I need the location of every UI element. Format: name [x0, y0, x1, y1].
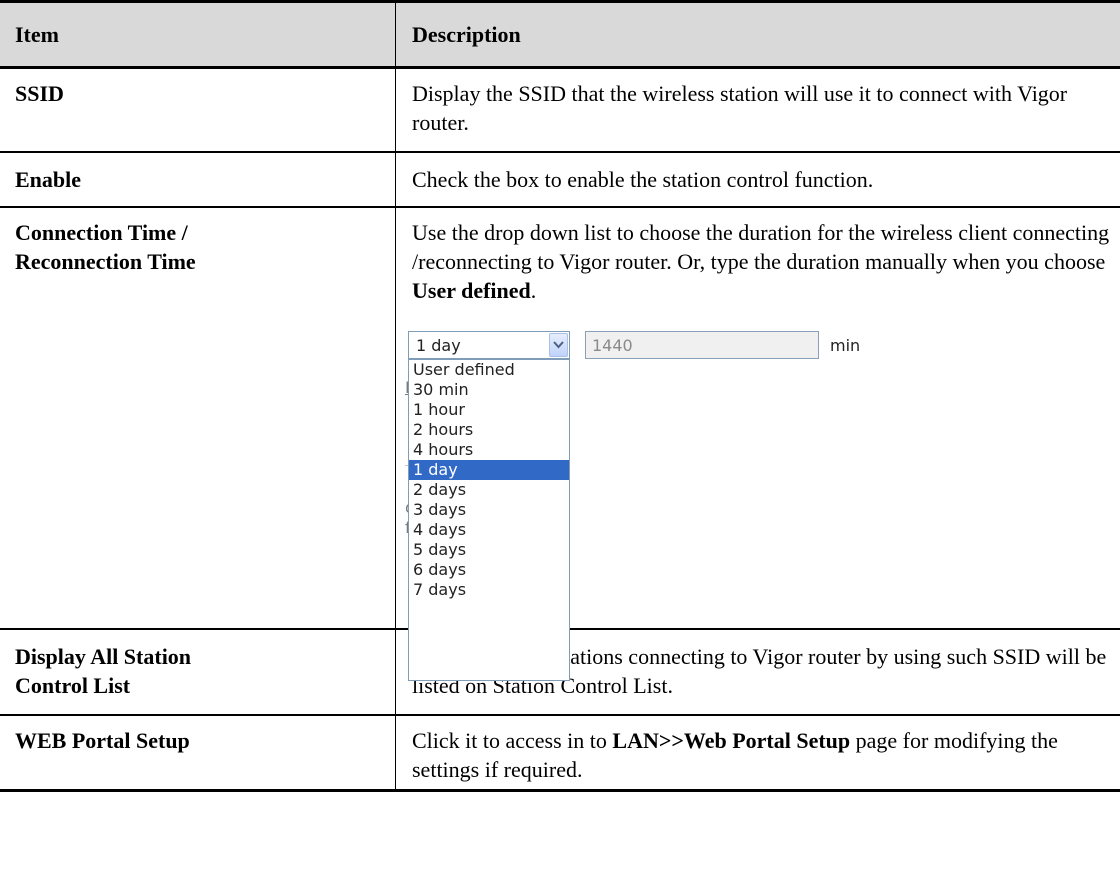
desc-prefix: Click it to access in to	[412, 727, 613, 753]
option-user-defined[interactable]: User defined	[409, 360, 569, 380]
duration-minutes-input[interactable]: 1440	[585, 331, 819, 359]
option-2-days[interactable]: 2 days	[409, 480, 569, 500]
row-item-line2: Control List	[15, 672, 131, 698]
option-4-days[interactable]: 4 days	[409, 520, 569, 540]
table-row: SSID Display the SSID that the wireless …	[0, 67, 1120, 153]
option-5-days[interactable]: 5 days	[409, 540, 569, 560]
row-description-ssid: Display the SSID that the wireless stati…	[395, 67, 1120, 153]
header-description: Description	[395, 0, 1120, 69]
row-item-display-all: Display All Station Control List	[0, 628, 396, 716]
row-item-connection-time: Connection Time / Reconnection Time	[0, 206, 396, 630]
option-1-day[interactable]: 1 day	[409, 460, 569, 480]
chevron-down-icon[interactable]	[549, 333, 568, 357]
desc-bold-lan-link: LAN>>Web Portal Setup	[612, 727, 851, 753]
option-1-hour[interactable]: 1 hour	[409, 400, 569, 420]
duration-select-value: 1 day	[416, 336, 461, 355]
header-item: Item	[0, 0, 396, 69]
table-row: WEB Portal Setup Click it to access in t…	[0, 714, 1120, 792]
option-6-days[interactable]: 6 days	[409, 560, 569, 580]
row-item-line1: Display All Station	[15, 643, 192, 669]
option-7-days[interactable]: 7 days	[409, 580, 569, 600]
row-description-web-portal: Click it to access in to LAN>>Web Portal…	[395, 714, 1120, 792]
option-30-min[interactable]: 30 min	[409, 380, 569, 400]
option-2-hours[interactable]: 2 hours	[409, 420, 569, 440]
row-item-web-portal: WEB Portal Setup	[0, 714, 396, 792]
row-item-enable: Enable	[0, 151, 396, 208]
option-4-hours[interactable]: 4 hours	[409, 440, 569, 460]
minutes-unit-label: min	[830, 336, 861, 355]
duration-select[interactable]: 1 day	[408, 331, 570, 359]
table-row: Enable Check the box to enable the stati…	[0, 151, 1120, 208]
option-3-days[interactable]: 3 days	[409, 500, 569, 520]
desc-bold-user-defined: User defined	[412, 277, 531, 303]
duration-options-list[interactable]: User defined 30 min 1 hour 2 hours 4 hou…	[408, 359, 570, 681]
table-header-row: Item Description	[0, 0, 1120, 69]
row-item-line1: Connection Time /	[15, 219, 188, 245]
row-item-ssid: SSID	[0, 67, 396, 153]
row-description-enable: Check the box to enable the station cont…	[395, 151, 1120, 208]
duration-select-screenshot: Li d, fi 1 day 1440 min User defined 30 …	[405, 328, 860, 718]
desc-suffix: .	[530, 277, 537, 303]
row-item-line2: Reconnection Time	[15, 248, 196, 274]
desc-prefix: Use the drop down list to choose the dur…	[412, 219, 1110, 274]
